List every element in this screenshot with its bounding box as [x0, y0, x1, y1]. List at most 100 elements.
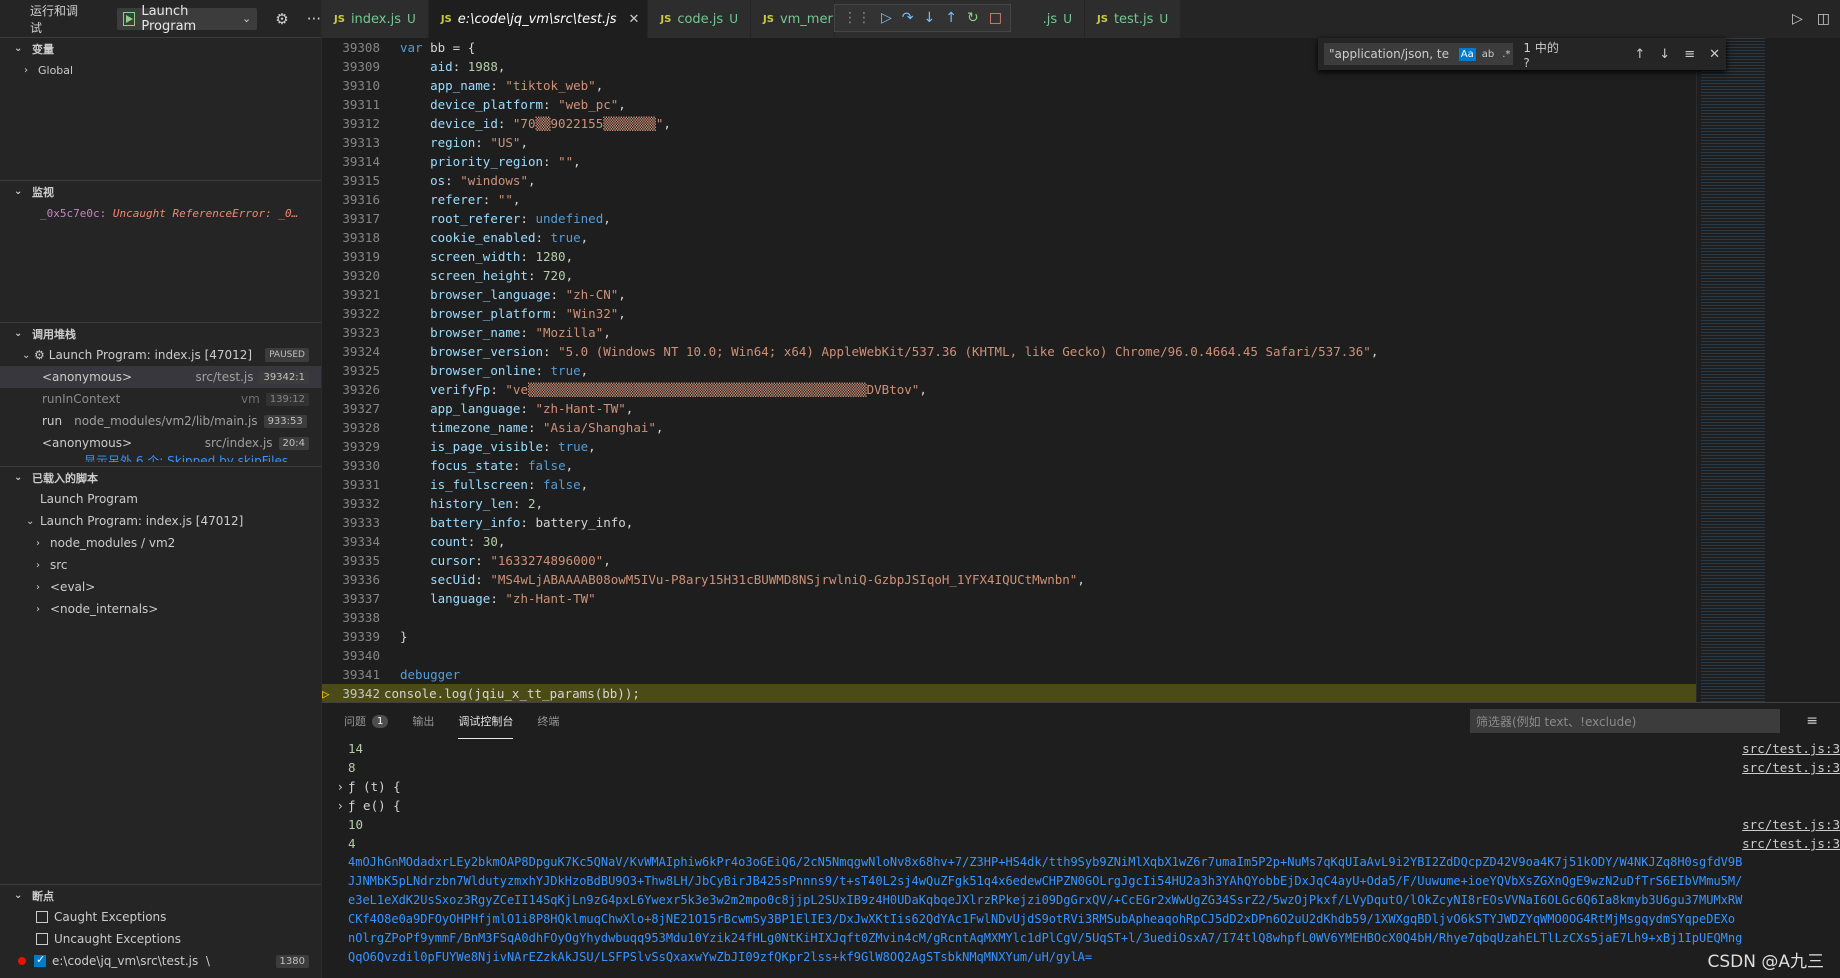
tab-index-js[interactable]: JS index.js U: [322, 0, 429, 38]
glyph-margin[interactable]: [380, 342, 396, 361]
glyph-margin[interactable]: [380, 114, 396, 133]
console-line[interactable]: › ƒ (t) {: [322, 777, 1840, 796]
script-item[interactable]: › <eval>: [0, 576, 321, 598]
line-number[interactable]: 39342: [338, 684, 380, 702]
glyph-margin[interactable]: [380, 38, 396, 57]
code-line[interactable]: 39333 battery_info: battery_info,: [322, 513, 1766, 532]
line-number[interactable]: 39315: [322, 171, 380, 190]
tab-problems[interactable]: 问题 1: [344, 703, 389, 739]
breakpoints-header[interactable]: ⌄ 断点: [0, 884, 321, 906]
glyph-margin[interactable]: [380, 304, 396, 323]
callstack-thread[interactable]: ⌄ ⚙ Launch Program: index.js [47012] PAU…: [0, 344, 321, 366]
script-item[interactable]: › <node_internals>: [0, 598, 321, 620]
code-line[interactable]: 39340: [322, 646, 1766, 665]
code-line[interactable]: 39328 timezone_name: "Asia/Shanghai",: [322, 418, 1766, 437]
match-word-toggle[interactable]: ab: [1480, 48, 1496, 61]
close-icon[interactable]: ✕: [628, 12, 639, 27]
code-line[interactable]: 39313 region: "US",: [322, 133, 1766, 152]
code-line[interactable]: 39327 app_language: "zh-Hant-TW",: [322, 399, 1766, 418]
overview-ruler[interactable]: [1766, 38, 1840, 702]
script-item[interactable]: › src: [0, 554, 321, 576]
glyph-margin[interactable]: [380, 228, 396, 247]
run-icon[interactable]: ▷: [1792, 11, 1803, 27]
console-source-link[interactable]: src/test.js:3: [1742, 834, 1840, 853]
variables-header[interactable]: ⌄ 变量: [0, 37, 321, 59]
line-number[interactable]: 39330: [322, 456, 380, 475]
callstack-frame[interactable]: runInContext vm 139:12: [0, 388, 321, 410]
chevron-right-icon[interactable]: ›: [322, 777, 348, 796]
script-item[interactable]: ⌄ Launch Program: index.js [47012]: [0, 510, 321, 532]
line-number[interactable]: 39323: [322, 323, 380, 342]
glyph-margin[interactable]: [380, 665, 396, 684]
breakpoint-caught-exceptions[interactable]: Caught Exceptions: [0, 906, 321, 928]
code-line[interactable]: ▷ 39342 console.log(jqiu_x_tt_params(bb));: [322, 684, 1766, 702]
close-icon[interactable]: ✕: [1709, 47, 1720, 62]
script-item[interactable]: › node_modules / vm2: [0, 532, 321, 554]
line-number[interactable]: 39333: [322, 513, 380, 532]
glyph-margin[interactable]: [380, 551, 396, 570]
console-line[interactable]: 14 src/test.js:3: [322, 739, 1840, 758]
glyph-margin[interactable]: [380, 133, 396, 152]
glyph-margin[interactable]: [380, 570, 396, 589]
glyph-margin[interactable]: [380, 285, 396, 304]
glyph-margin[interactable]: [380, 247, 396, 266]
tab-terminal[interactable]: 终端: [537, 703, 559, 739]
code-line[interactable]: 39323 browser_name: "Mozilla",: [322, 323, 1766, 342]
console-source-link[interactable]: src/test.js:3: [1742, 815, 1840, 834]
glyph-margin[interactable]: [380, 380, 396, 399]
code-line[interactable]: 39336 secUid: "MS4wLjABAAAAB08owM5IVu-P8…: [322, 570, 1766, 589]
tab-code-js[interactable]: JS code.js U: [648, 0, 751, 38]
glyph-margin[interactable]: [380, 95, 396, 114]
code-line[interactable]: 39329 is_page_visible: true,: [322, 437, 1766, 456]
code-line[interactable]: 39316 referer: "",: [322, 190, 1766, 209]
callstack-frame[interactable]: run node_modules/vm2/lib/main.js 933:53: [0, 410, 321, 432]
glyph-margin[interactable]: [380, 589, 396, 608]
glyph-margin[interactable]: [380, 646, 396, 665]
glyph-margin[interactable]: [380, 437, 396, 456]
glyph-margin[interactable]: [380, 475, 396, 494]
code-line[interactable]: 39339}: [322, 627, 1766, 646]
checkbox[interactable]: [36, 911, 48, 923]
tab-test-js-active[interactable]: JS e:\code\jq_vm\src\test.js ✕: [428, 0, 649, 38]
breakpoint-uncaught-exceptions[interactable]: Uncaught Exceptions: [0, 928, 321, 950]
line-number[interactable]: 39334: [322, 532, 380, 551]
step-over-icon[interactable]: ↷: [902, 10, 914, 26]
line-number[interactable]: 39311: [322, 95, 380, 114]
callstack-frame[interactable]: <anonymous> src/test.js 39342:1: [0, 366, 321, 388]
line-number[interactable]: 39326: [322, 380, 380, 399]
find-input[interactable]: "application/json, te Aa ab .*: [1324, 43, 1514, 65]
code-line[interactable]: 39341 debugger: [322, 665, 1766, 684]
code-line[interactable]: 39335 cursor: "1633274896000",: [322, 551, 1766, 570]
glyph-margin[interactable]: [380, 532, 396, 551]
line-number[interactable]: 39341: [322, 665, 380, 684]
glyph-margin[interactable]: [380, 323, 396, 342]
glyph-margin[interactable]: [380, 152, 396, 171]
checkbox[interactable]: [36, 933, 48, 945]
code-line[interactable]: 39315 os: "windows",: [322, 171, 1766, 190]
glyph-margin[interactable]: [380, 171, 396, 190]
glyph-margin[interactable]: [380, 76, 396, 95]
line-number[interactable]: 39332: [322, 494, 380, 513]
console-source-link[interactable]: src/test.js:3: [1742, 739, 1840, 758]
line-number[interactable]: 39329: [322, 437, 380, 456]
glyph-margin[interactable]: [380, 266, 396, 285]
glyph-margin[interactable]: [380, 456, 396, 475]
code-line[interactable]: 39322 browser_platform: "Win32",: [322, 304, 1766, 323]
line-number[interactable]: 39309: [322, 57, 380, 76]
code-line[interactable]: 39330 focus_state: false,: [322, 456, 1766, 475]
code-line[interactable]: 39319 screen_width: 1280,: [322, 247, 1766, 266]
restart-icon[interactable]: ↻: [967, 10, 979, 26]
line-number[interactable]: 39337: [322, 589, 380, 608]
skipped-frames-link[interactable]: 显示另外 6 个: Skipped by skipFiles: [0, 454, 321, 462]
line-number[interactable]: 39320: [322, 266, 380, 285]
line-number[interactable]: 39312: [322, 114, 380, 133]
console-line[interactable]: 8 src/test.js:3: [322, 758, 1840, 777]
code-line[interactable]: 39318 cookie_enabled: true,: [322, 228, 1766, 247]
code-line[interactable]: 39331 is_fullscreen: false,: [322, 475, 1766, 494]
more-icon[interactable]: ···: [307, 10, 321, 28]
debug-console-output[interactable]: 14 src/test.js:3 8 src/test.js:3 › ƒ (t) {› ƒ …: [322, 739, 1840, 978]
console-source-link[interactable]: src/test.js:3: [1742, 758, 1840, 777]
line-number[interactable]: 39339: [322, 627, 380, 646]
code-line[interactable]: 39320 screen_height: 720,: [322, 266, 1766, 285]
breakpoint-item[interactable]: e:\code\jq_vm\src\test.js \1380: [0, 950, 321, 972]
